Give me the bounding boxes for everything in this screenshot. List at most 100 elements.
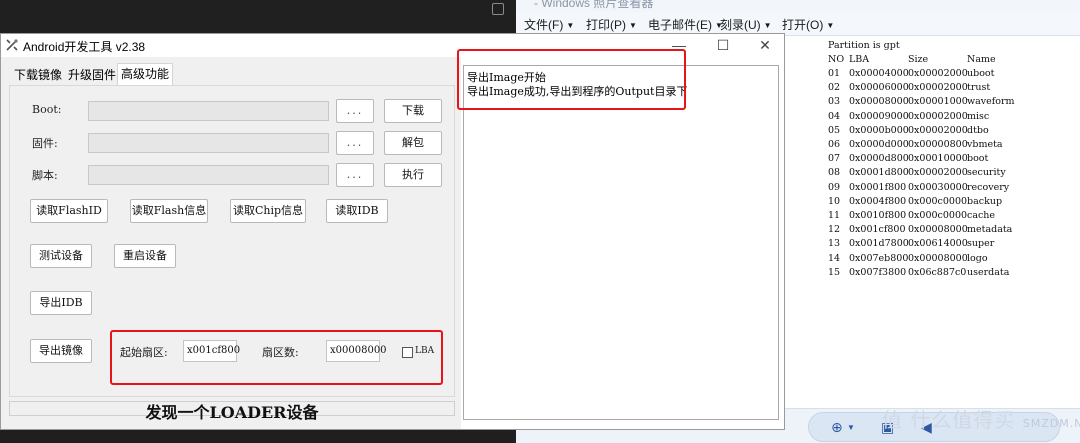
menu-open[interactable]: 打开(O) ▼ — [782, 16, 834, 33]
part-size: 0x00000800 — [908, 139, 968, 150]
part-lba: 0x007f3800 — [849, 266, 907, 278]
menu-file[interactable]: 文件(F) ▼ — [524, 16, 574, 33]
desktop-background — [0, 0, 516, 34]
tab-advanced[interactable]: 高级功能 — [117, 63, 174, 85]
part-name: boot — [967, 153, 989, 165]
read-flash-id-button[interactable]: 读取FlashID — [30, 199, 108, 223]
execute-button[interactable]: 执行 — [384, 163, 442, 187]
part-size: 0x00614000 — [908, 238, 968, 250]
firmware-browse-button[interactable]: ... — [336, 131, 374, 155]
part-lba: 0x0000d800 — [849, 153, 909, 165]
read-flash-info-button[interactable]: 读取Flash信息 — [130, 199, 208, 223]
tray-icon — [492, 3, 504, 15]
part-name: vbmeta — [967, 139, 1003, 150]
part-size: 0x000c0000 — [908, 195, 968, 207]
part-lba: 0x0001d800 — [849, 167, 909, 179]
part-size: 0x00030000 — [908, 181, 968, 193]
part-name: dtbo — [967, 124, 989, 136]
partition-header: Partition is gpt — [828, 40, 900, 51]
part-no: 07 — [828, 153, 841, 165]
part-name: userdata — [967, 266, 1010, 278]
status-bar: 发现一个LOADER设备 — [9, 397, 455, 427]
part-no: 01 — [828, 68, 841, 79]
part-name: cache — [967, 210, 996, 221]
menu-burn[interactable]: 刻录(U) ▼ — [720, 16, 772, 33]
part-size: 0x00008000 — [908, 252, 968, 264]
viewer-title-bar: - Windows 照片查看器 — [516, 0, 1080, 12]
part-size: 0x00002000 — [908, 167, 968, 179]
watermark: 值 什么值得买 SMZDM.NET — [882, 408, 1080, 432]
maximize-button[interactable]: ☐ — [701, 34, 745, 56]
part-no: 09 — [828, 181, 841, 193]
test-device-button[interactable]: 测试设备 — [30, 244, 92, 268]
chevron-down-icon: ▼ — [763, 21, 772, 30]
highlight-export-params — [110, 330, 443, 385]
chevron-down-icon: ▼ — [629, 21, 637, 30]
part-no: 14 — [828, 252, 841, 264]
script-browse-button[interactable]: ... — [336, 163, 374, 187]
part-name: security — [967, 167, 1006, 179]
export-idb-button[interactable]: 导出IDB — [30, 291, 92, 315]
firmware-label: 固件: — [32, 137, 58, 150]
part-name: misc — [967, 110, 990, 122]
col-name: Name — [967, 54, 996, 65]
part-no: 08 — [828, 167, 841, 179]
part-size: 0x00002000 — [908, 110, 968, 122]
part-lba: 0x0000b000 — [849, 124, 909, 136]
part-name: uboot — [967, 68, 995, 79]
part-size: 0x00002000 — [908, 68, 968, 79]
part-lba: 0x0001f800 — [849, 181, 907, 193]
part-size: 0x00002000 — [908, 82, 968, 94]
boot-path-input[interactable] — [88, 101, 329, 121]
viewer-title: - Windows 照片查看器 — [534, 0, 654, 10]
highlight-log — [457, 49, 686, 110]
tab-download-image[interactable]: 下载镜像 — [11, 65, 65, 85]
part-lba: 0x001d7800 — [849, 238, 909, 250]
part-lba: 0x001cf800 — [849, 224, 906, 236]
script-label: 脚本: — [32, 169, 58, 182]
reboot-device-button[interactable]: 重启设备 — [114, 244, 176, 268]
log-output: 导出Image开始 导出Image成功,导出到程序的Output目录下 — [463, 65, 779, 420]
part-name: recovery — [967, 181, 1010, 193]
tab-upgrade-firmware[interactable]: 升级固件 — [65, 65, 119, 85]
close-button[interactable]: ✕ — [743, 34, 787, 56]
part-lba: 0x00009000 — [849, 110, 909, 122]
chevron-down-icon[interactable]: ▼ — [847, 423, 855, 432]
part-size: 0x00002000 — [908, 124, 968, 136]
part-lba: 0x00006000 — [849, 82, 909, 94]
part-size: 0x00001000 — [908, 96, 968, 108]
part-no: 12 — [828, 224, 841, 236]
part-lba: 0x00004000 — [849, 68, 909, 79]
part-no: 05 — [828, 124, 841, 136]
menu-email[interactable]: 电子邮件(E) ▼ — [648, 16, 723, 33]
part-name: waveform — [967, 96, 1015, 108]
zoom-icon[interactable]: ⊕ — [831, 419, 843, 436]
boot-browse-button[interactable]: ... — [336, 99, 374, 123]
menu-print[interactable]: 打印(P) ▼ — [586, 16, 637, 33]
part-size: 0x00008000 — [908, 224, 968, 236]
firmware-path-input[interactable] — [88, 133, 329, 153]
part-name: logo — [967, 252, 988, 264]
part-lba: 0x00008000 — [849, 96, 909, 108]
col-size: Size — [908, 54, 929, 65]
part-size: 0x000c0000 — [908, 210, 968, 221]
part-no: 02 — [828, 82, 841, 94]
export-image-button[interactable]: 导出镜像 — [30, 339, 92, 363]
boot-label: Boot: — [32, 103, 62, 116]
script-path-input[interactable] — [88, 165, 329, 185]
part-name: metadata — [967, 224, 1013, 236]
unpack-button[interactable]: 解包 — [384, 131, 442, 155]
col-no: NO — [828, 54, 845, 65]
read-chip-info-button[interactable]: 读取Chip信息 — [230, 199, 306, 223]
tools-icon — [6, 39, 18, 51]
download-button[interactable]: 下载 — [384, 99, 442, 123]
part-size: 0x06c887c0 — [908, 266, 967, 278]
part-no: 15 — [828, 266, 841, 278]
part-no: 13 — [828, 238, 841, 250]
chevron-down-icon: ▼ — [566, 21, 575, 30]
status-text: 发现一个LOADER设备 — [145, 403, 319, 422]
read-idb-button[interactable]: 读取IDB — [326, 199, 388, 223]
part-no: 10 — [828, 195, 841, 207]
part-lba: 0x0000d000 — [849, 139, 909, 150]
part-lba: 0x007eb800 — [849, 252, 909, 264]
